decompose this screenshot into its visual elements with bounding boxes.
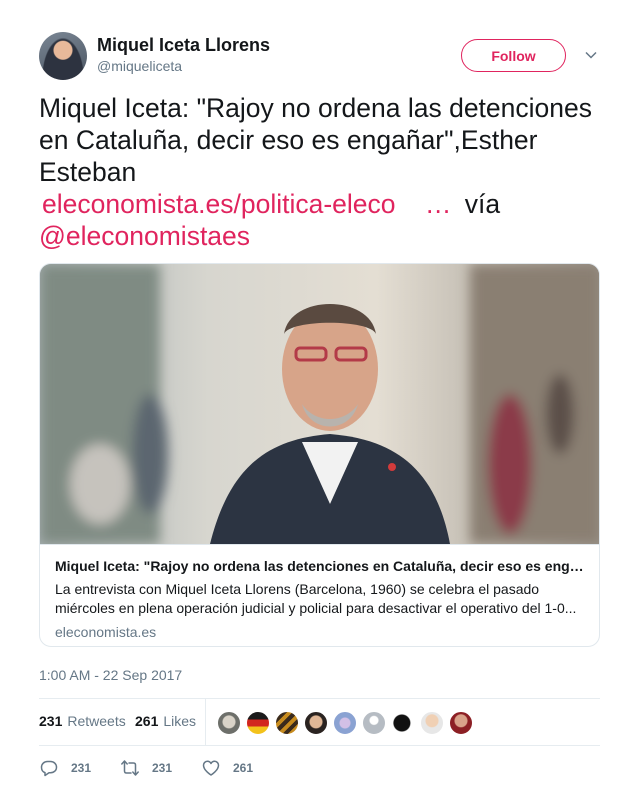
tweet-body: Miquel Iceta: "Rajoy no ordena las deten… <box>39 93 592 187</box>
liker-avatar[interactable] <box>449 711 473 735</box>
card-image[interactable] <box>40 264 599 544</box>
tweet-stats: 231 Retweets 261 Likes <box>39 698 600 746</box>
liker-avatar[interactable] <box>333 711 357 735</box>
card-domain: eleconomista.es <box>55 624 157 640</box>
reply-icon <box>40 760 58 777</box>
tweet-mention[interactable]: @eleconomistaes <box>39 221 250 251</box>
stats-divider <box>205 699 206 746</box>
retweets-label: Retweets <box>67 713 126 729</box>
retweet-icon <box>121 760 139 776</box>
liker-avatar[interactable] <box>275 711 299 735</box>
heart-icon <box>202 760 220 776</box>
card-photo <box>40 264 599 544</box>
likes-count: 261 <box>135 713 159 729</box>
card-title[interactable]: Miquel Iceta: "Rajoy no ordena las deten… <box>55 557 585 575</box>
likes-stat[interactable]: 261 Likes <box>135 713 196 729</box>
tweet-text: Miquel Iceta: "Rajoy no ordena las deten… <box>39 92 604 252</box>
retweet-button[interactable]: 231 <box>120 758 172 778</box>
reply-count: 231 <box>71 761 92 775</box>
author-handle[interactable]: @miqueliceta <box>97 58 182 74</box>
link-card[interactable]: Miquel Iceta: "Rajoy no ordena las deten… <box>39 263 600 647</box>
likes-label: Likes <box>163 713 197 729</box>
liker-avatar[interactable] <box>246 711 270 735</box>
card-body[interactable]: Miquel Iceta: "Rajoy no ordena las deten… <box>40 544 599 646</box>
tweet-link-ellipsis[interactable]: … <box>425 189 452 219</box>
card-description: La entrevista con Miquel Iceta Llorens (… <box>55 581 577 616</box>
follow-button[interactable]: Follow <box>461 39 566 72</box>
liker-avatar[interactable] <box>391 711 415 735</box>
tweet-via: vía <box>464 189 501 219</box>
liker-avatar[interactable] <box>420 711 444 735</box>
tweet-actions: 231 231 261 <box>39 758 600 778</box>
chevron-down-icon[interactable] <box>584 48 598 62</box>
retweets-count: 231 <box>39 713 63 729</box>
liker-avatar[interactable] <box>362 711 386 735</box>
liker-avatar[interactable] <box>304 711 328 735</box>
like-button[interactable]: 261 <box>201 758 253 778</box>
reply-button[interactable]: 231 <box>39 758 91 778</box>
avatar[interactable] <box>39 32 87 80</box>
liker-avatar[interactable] <box>217 711 241 735</box>
tweet-timestamp[interactable]: 1:00 AM - 22 Sep 2017 <box>39 667 182 683</box>
tweet-link[interactable]: eleconomista.es/politica-eleco <box>42 189 396 219</box>
tweet-header: Miquel Iceta Llorens @miqueliceta Follow <box>39 32 601 82</box>
retweets-stat[interactable]: 231 Retweets <box>39 713 126 729</box>
retweet-count: 231 <box>152 761 173 775</box>
like-count: 261 <box>233 761 254 775</box>
author-name[interactable]: Miquel Iceta Llorens <box>97 35 270 56</box>
